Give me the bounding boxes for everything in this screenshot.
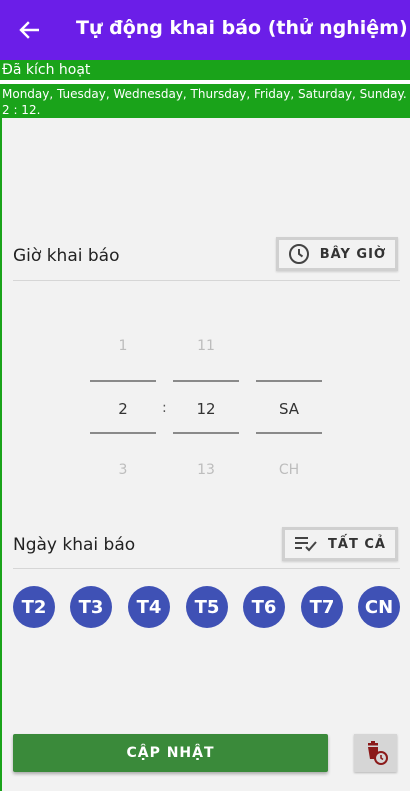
hour-line-top — [90, 380, 156, 382]
day-section-label: Ngày khai báo — [13, 535, 136, 555]
checklist-icon — [295, 537, 317, 552]
schedule-days-text: Monday, Tuesday, Wednesday, Thursday, Fr… — [2, 87, 407, 101]
delete-schedule-icon — [367, 741, 388, 765]
hour-line-bottom — [90, 432, 156, 434]
now-button-label: BÂY GIỜ — [319, 246, 387, 262]
ampm-next[interactable]: CH — [256, 462, 322, 478]
day-chip-t2[interactable]: T2 — [13, 586, 55, 628]
update-button[interactable]: CẬP NHẬT — [13, 734, 328, 772]
select-all-button[interactable]: TẤT CẢ — [282, 527, 398, 561]
time-section-label: Giờ khai báo — [13, 246, 120, 266]
minute-prev[interactable]: 11 — [173, 338, 239, 354]
ampm-line-top — [256, 380, 322, 382]
minute-line-bottom — [173, 432, 239, 434]
activation-status: Đã kích hoạt — [0, 60, 410, 80]
day-chip-t4[interactable]: T4 — [128, 586, 170, 628]
day-chip-t6[interactable]: T6 — [243, 586, 285, 628]
day-chip-t5[interactable]: T5 — [186, 586, 228, 628]
hour-prev[interactable]: 1 — [90, 338, 156, 354]
day-chip-cn[interactable]: CN — [358, 586, 400, 628]
hour-next[interactable]: 3 — [90, 462, 156, 478]
back-button[interactable] — [14, 16, 44, 44]
clock-icon — [288, 244, 309, 264]
time-divider — [13, 280, 400, 281]
ampm-value[interactable]: SA — [256, 400, 322, 418]
day-chip-t3[interactable]: T3 — [70, 586, 112, 628]
minute-value[interactable]: 12 — [173, 400, 239, 418]
arrow-left-icon — [19, 21, 39, 39]
hour-value[interactable]: 2 — [90, 400, 156, 418]
select-all-label: TẤT CẢ — [328, 536, 386, 552]
delete-schedule-button[interactable] — [354, 734, 397, 772]
left-edge-accent — [0, 118, 2, 791]
schedule-time-text: 2 : 12. — [2, 103, 41, 117]
ampm-line-bottom — [256, 432, 322, 434]
schedule-summary: Monday, Tuesday, Wednesday, Thursday, Fr… — [0, 84, 410, 118]
app-bar: Tự động khai báo (thử nghiệm) — [0, 0, 410, 60]
time-separator: : — [162, 400, 167, 416]
minute-next[interactable]: 13 — [173, 462, 239, 478]
day-chip-t7[interactable]: T7 — [301, 586, 343, 628]
now-button[interactable]: BÂY GIỜ — [276, 237, 398, 271]
day-divider — [13, 568, 400, 569]
minute-line-top — [173, 380, 239, 382]
page-title: Tự động khai báo (thử nghiệm) — [76, 17, 408, 39]
